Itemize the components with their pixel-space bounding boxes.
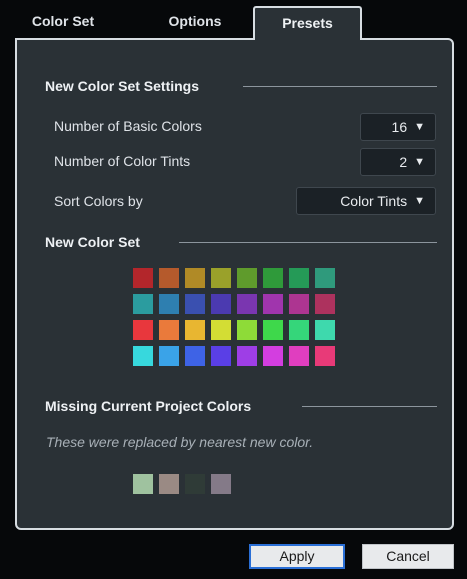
color-swatch[interactable] bbox=[159, 346, 179, 366]
color-swatch[interactable] bbox=[237, 294, 257, 314]
color-swatch[interactable] bbox=[185, 294, 205, 314]
color-swatch[interactable] bbox=[315, 268, 335, 288]
missing-color-swatch bbox=[133, 474, 153, 494]
apply-button[interactable]: Apply bbox=[249, 544, 345, 569]
color-swatch[interactable] bbox=[211, 320, 231, 340]
color-swatch[interactable] bbox=[315, 294, 335, 314]
color-swatch[interactable] bbox=[237, 346, 257, 366]
chevron-down-icon: ▼ bbox=[414, 121, 425, 133]
sort-colors-label: Sort Colors by bbox=[54, 193, 143, 209]
color-swatch[interactable] bbox=[315, 346, 335, 366]
presets-panel: New Color Set Settings Number of Basic C… bbox=[15, 38, 454, 530]
color-swatch[interactable] bbox=[211, 268, 231, 288]
tab-presets[interactable]: Presets bbox=[253, 6, 362, 40]
tab-options[interactable]: Options bbox=[160, 6, 230, 36]
color-swatch[interactable] bbox=[263, 320, 283, 340]
color-swatch[interactable] bbox=[185, 268, 205, 288]
color-swatch[interactable] bbox=[289, 294, 309, 314]
section-divider bbox=[243, 86, 437, 87]
basic-colors-label: Number of Basic Colors bbox=[54, 118, 202, 134]
color-swatch[interactable] bbox=[289, 346, 309, 366]
color-swatch[interactable] bbox=[263, 294, 283, 314]
color-tints-value: 2 bbox=[399, 154, 408, 170]
basic-colors-dropdown[interactable]: 16 ▼ bbox=[360, 113, 436, 141]
color-set-dialog: Color Set Options Presets New Color Set … bbox=[0, 0, 467, 579]
color-swatch[interactable] bbox=[315, 320, 335, 340]
section-header-missing-colors: Missing Current Project Colors bbox=[45, 398, 252, 414]
section-divider bbox=[179, 242, 437, 243]
color-swatch[interactable] bbox=[263, 268, 283, 288]
sort-colors-dropdown[interactable]: Color Tints ▼ bbox=[296, 187, 436, 215]
color-swatch[interactable] bbox=[159, 268, 179, 288]
color-tints-dropdown[interactable]: 2 ▼ bbox=[360, 148, 436, 176]
color-swatch[interactable] bbox=[263, 346, 283, 366]
chevron-down-icon: ▼ bbox=[414, 156, 425, 168]
color-swatch[interactable] bbox=[211, 294, 231, 314]
color-swatch[interactable] bbox=[237, 320, 257, 340]
section-header-new-color-set: New Color Set bbox=[45, 234, 140, 250]
color-swatch[interactable] bbox=[185, 320, 205, 340]
color-swatch[interactable] bbox=[133, 294, 153, 314]
color-swatch[interactable] bbox=[237, 268, 257, 288]
color-swatch[interactable] bbox=[289, 320, 309, 340]
color-swatch[interactable] bbox=[289, 268, 309, 288]
color-swatch[interactable] bbox=[159, 320, 179, 340]
color-swatch[interactable] bbox=[133, 320, 153, 340]
color-swatch[interactable] bbox=[133, 268, 153, 288]
missing-color-swatch bbox=[211, 474, 231, 494]
color-swatch[interactable] bbox=[211, 346, 231, 366]
section-header-settings: New Color Set Settings bbox=[45, 78, 200, 94]
color-swatch[interactable] bbox=[185, 346, 205, 366]
color-swatch[interactable] bbox=[133, 346, 153, 366]
chevron-down-icon: ▼ bbox=[414, 195, 425, 207]
missing-colors-note: These were replaced by nearest new color… bbox=[46, 434, 314, 450]
missing-color-swatch bbox=[185, 474, 205, 494]
sort-colors-value: Color Tints bbox=[340, 193, 408, 209]
color-tints-label: Number of Color Tints bbox=[54, 153, 191, 169]
basic-colors-value: 16 bbox=[391, 119, 408, 135]
tab-color-set[interactable]: Color Set bbox=[28, 6, 98, 36]
color-swatch[interactable] bbox=[159, 294, 179, 314]
cancel-button[interactable]: Cancel bbox=[362, 544, 454, 569]
missing-color-swatch bbox=[159, 474, 179, 494]
section-divider bbox=[302, 406, 437, 407]
